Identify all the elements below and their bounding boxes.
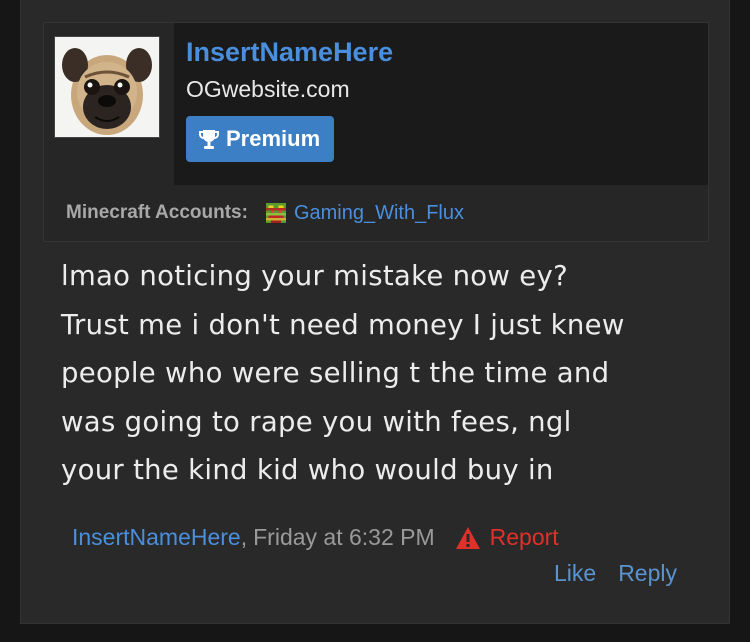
post-body-line: was going to rape you with fees, ngl — [61, 405, 572, 438]
like-button[interactable]: Like — [554, 560, 596, 587]
post-timestamp[interactable]: Friday at 6:32 PM — [253, 524, 435, 551]
post-body-line: lmao noticing your mistake now ey? — [61, 260, 568, 292]
post-body-line: Trust me i don't need money I just knew — [61, 308, 625, 341]
post-body-line: your the kind kid who would buy in — [61, 454, 554, 486]
post-body-line: people who were selling t the time and — [61, 357, 610, 389]
warning-icon — [455, 526, 480, 549]
footer-separator: , — [240, 524, 248, 550]
reply-button[interactable]: Reply — [618, 560, 677, 587]
post-body: lmao noticing your mistake now ey? Trust… — [61, 252, 701, 495]
minecraft-accounts-label: Minecraft Accounts: — [66, 202, 248, 223]
username-link[interactable]: InsertNameHere — [186, 37, 393, 68]
minecraft-accounts-row: Minecraft Accounts: Gaming_With_Flux — [44, 185, 708, 241]
post-actions: Like Reply — [554, 560, 677, 587]
post-footer: InsertNameHere , Friday at 6:32 PM Repor… — [72, 524, 559, 551]
pug-avatar-icon — [55, 37, 159, 137]
trophy-icon — [199, 130, 219, 149]
avatar[interactable] — [54, 36, 160, 138]
user-title: OGwebsite.com — [186, 76, 350, 102]
minecraft-account-link[interactable]: Gaming_With_Flux — [294, 202, 464, 225]
report-label: Report — [489, 524, 559, 550]
avatar-column — [44, 23, 174, 185]
premium-badge-label: Premium — [226, 126, 321, 151]
report-button[interactable]: Report — [455, 524, 559, 551]
forum-post: InsertNameHere OGwebsite.com Premium Min… — [20, 0, 730, 624]
user-block: InsertNameHere OGwebsite.com Premium Min… — [43, 22, 709, 242]
minecraft-skin-icon — [265, 203, 286, 223]
premium-badge: Premium — [186, 116, 335, 162]
post-author-link[interactable]: InsertNameHere — [72, 524, 241, 551]
user-info: InsertNameHere OGwebsite.com Premium — [174, 23, 708, 185]
